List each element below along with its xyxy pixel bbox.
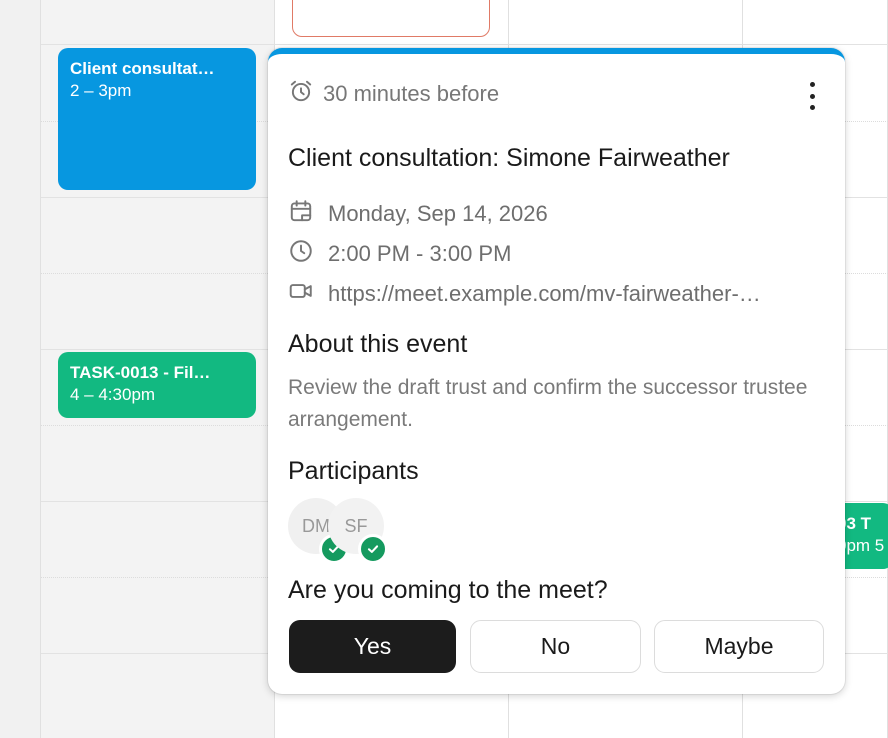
calendar-icon	[288, 198, 314, 230]
calendar-event-outline[interactable]	[292, 0, 490, 37]
event-link-row[interactable]: https://meet.example.com/mv-fairweather-…	[288, 278, 823, 310]
time-gutter	[0, 0, 41, 738]
event-description: Review the draft trust and confirm the s…	[288, 376, 808, 431]
meeting-link[interactable]: https://meet.example.com/mv-fairweather-…	[328, 281, 823, 307]
avatar-initials: DM	[302, 515, 330, 536]
rsvp-yes-button[interactable]: Yes	[289, 620, 456, 673]
reminder-row: 30 minutes before	[288, 78, 499, 110]
event-time: 2 – 3pm	[70, 81, 132, 100]
clock-icon	[288, 238, 314, 270]
check-icon	[358, 534, 388, 564]
event-title: TASK-0013 - Fil…	[70, 363, 211, 382]
event-date: Monday, Sep 14, 2026	[328, 201, 548, 226]
alarm-clock-icon	[288, 78, 314, 110]
more-vertical-icon[interactable]	[805, 82, 819, 110]
calendar-event[interactable]: Client consultat… 2 – 3pm	[58, 48, 256, 190]
event-date-row: Monday, Sep 14, 2026	[288, 198, 828, 230]
video-camera-icon	[288, 278, 314, 310]
rsvp-maybe-button[interactable]: Maybe	[654, 620, 824, 673]
event-time: 4 – 4:30pm	[70, 385, 156, 404]
rsvp-question: Are you coming to the meet?	[288, 576, 608, 604]
event-time-range: 2:00 PM - 3:00 PM	[328, 241, 512, 266]
event-details-popover: 30 minutes before Client consultation: S…	[268, 48, 845, 694]
event-title: Client consultat…	[70, 59, 215, 78]
rsvp-no-button[interactable]: No	[470, 620, 641, 673]
avatar-initials: SF	[344, 515, 368, 536]
event-time-row: 2:00 PM - 3:00 PM	[288, 238, 828, 270]
hour-line	[41, 44, 888, 45]
about-heading: About this event	[288, 330, 468, 358]
calendar-event[interactable]: TASK-0013 - Fil… 4 – 4:30pm	[58, 352, 256, 418]
event-title: Client consultation: Simone Fairweather	[288, 144, 730, 172]
reminder-text: 30 minutes before	[323, 81, 500, 106]
participants-heading: Participants	[288, 457, 419, 485]
